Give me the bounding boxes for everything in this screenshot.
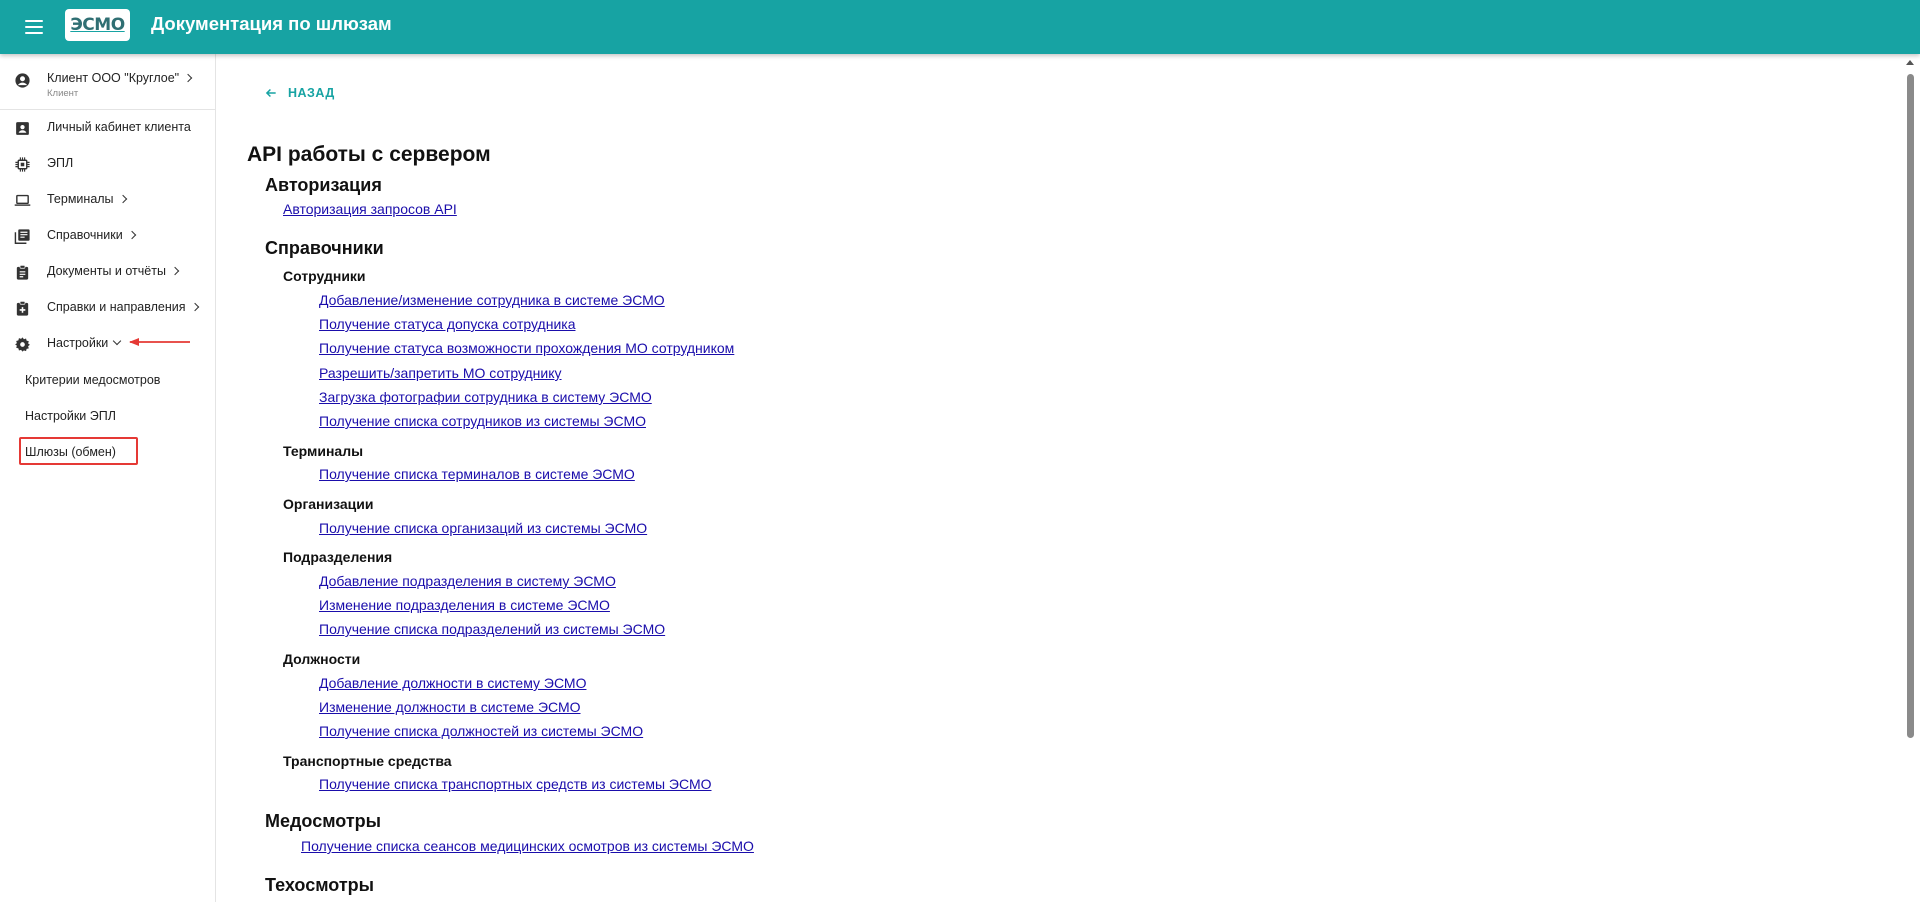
chevron-right-icon — [118, 194, 127, 204]
subsection-heading-positions: Должности — [283, 651, 361, 667]
section-heading-references: Справочники — [265, 238, 384, 258]
laptop-icon — [14, 194, 31, 206]
subsection-heading-terminals: Терминалы — [283, 443, 364, 459]
doc-link[interactable]: Получение списка терминалов в системе ЭС… — [319, 466, 635, 482]
client-selector[interactable]: Клиент ООО "Круглое" Клиент — [0, 54, 215, 110]
library-books-icon — [14, 229, 30, 244]
doc-link[interactable]: Получение списка должностей из системы Э… — [319, 723, 643, 739]
doc-link[interactable]: Получение списка сотрудников из системы … — [319, 413, 646, 429]
chevron-right-icon — [127, 230, 136, 240]
chevron-right-icon — [183, 73, 193, 83]
arrow-left-icon — [265, 88, 276, 98]
sidebar-item-certificates[interactable]: Справки и направления — [0, 290, 215, 326]
gear-icon — [15, 337, 30, 352]
sidebar-item-label: Настройки — [47, 336, 109, 350]
sidebar-subitem-med-criteria[interactable]: Критерии медосмотров — [0, 362, 215, 398]
sidebar-subitem-epl-settings[interactable]: Настройки ЭПЛ — [0, 398, 215, 434]
scroll-thumb[interactable] — [1907, 74, 1914, 738]
account-circle-icon — [15, 73, 30, 88]
arrow-annotation-icon — [129, 338, 190, 346]
sidebar-item-documents[interactable]: Документы и отчёты — [0, 254, 215, 290]
doc-link[interactable]: Получение статуса допуска сотрудника — [319, 316, 575, 332]
sidebar-item-terminals[interactable]: Терминалы — [0, 182, 215, 218]
highlight-annotation — [19, 437, 138, 465]
subsection-heading-divisions: Подразделения — [283, 549, 393, 565]
sidebar-item-label: Терминалы — [47, 192, 114, 206]
section-heading-auth: Авторизация — [265, 175, 382, 195]
doc-link[interactable]: Добавление/изменение сотрудника в систем… — [319, 292, 665, 308]
logo-text: ЭСМО — [70, 15, 125, 35]
doc-link[interactable]: Получение списка транспортных средств из… — [319, 776, 712, 792]
sidebar-item-label: Личный кабинет клиента — [47, 120, 191, 134]
chevron-down-icon — [113, 336, 122, 346]
doc-link[interactable]: Изменение подразделения в системе ЭСМО — [319, 597, 610, 613]
doc-link[interactable]: Авторизация запросов API — [283, 201, 457, 217]
clipboard-icon — [16, 265, 29, 280]
subsection-heading-employees: Сотрудники — [283, 268, 366, 284]
doc-link[interactable]: Получение списка организаций из системы … — [319, 520, 647, 536]
doc-link[interactable]: Загрузка фотографии сотрудника в систему… — [319, 389, 652, 405]
doc-link[interactable]: Изменение должности в системе ЭСМО — [319, 699, 581, 715]
doc-link[interactable]: Добавление должности в систему ЭСМО — [319, 675, 586, 691]
doc-link[interactable]: Получение статуса возможности прохождени… — [319, 340, 734, 356]
client-role: Клиент — [47, 88, 79, 99]
chevron-right-icon — [190, 302, 199, 312]
logo[interactable]: ЭСМО — [65, 9, 130, 41]
sidebar-item-label: Справочники — [47, 228, 123, 242]
doc-link[interactable]: Получение списка сеансов медицинских осм… — [301, 838, 754, 854]
chip-icon — [15, 157, 30, 172]
doc-link[interactable]: Добавление подразделения в систему ЭСМО — [319, 573, 616, 589]
vertical-scrollbar[interactable] — [1900, 54, 1920, 902]
sidebar-item-label: ЭПЛ — [47, 156, 74, 170]
client-name: Клиент ООО "Круглое" — [47, 71, 180, 85]
sidebar-subitem-label: Настройки ЭПЛ — [25, 409, 116, 423]
sidebar-item-client-cabinet[interactable]: Личный кабинет клиента — [0, 110, 215, 146]
section-heading-techchecks: Техосмотры — [265, 875, 375, 895]
app-title: Документация по шлюзам — [151, 13, 392, 34]
section-heading-medchecks: Медосмотры — [265, 811, 382, 831]
medical-clipboard-icon — [16, 301, 29, 316]
sidebar-item-references[interactable]: Справочники — [0, 218, 215, 254]
sidebar: Клиент ООО "Круглое" Клиент Личный кабин… — [0, 54, 216, 902]
main-content: НАЗАД API работы с сервером Авторизация … — [217, 54, 1900, 902]
subsection-heading-organizations: Организации — [283, 496, 374, 512]
sidebar-item-epl[interactable]: ЭПЛ — [0, 146, 215, 182]
sidebar-item-label: Документы и отчёты — [47, 264, 166, 278]
menu-icon[interactable] — [22, 15, 46, 39]
page-title: API работы с сервером — [247, 143, 491, 166]
sidebar-item-label: Справки и направления — [47, 300, 186, 314]
back-button-label: НАЗАД — [288, 86, 335, 100]
doc-link[interactable]: Разрешить/запретить МО сотруднику — [319, 365, 562, 381]
back-button[interactable]: НАЗАД — [264, 78, 335, 108]
sidebar-subitem-label: Критерии медосмотров — [25, 373, 161, 387]
scroll-up-icon[interactable] — [1906, 60, 1914, 65]
chevron-right-icon — [170, 266, 180, 276]
subsection-heading-vehicles: Транспортные средства — [283, 753, 452, 769]
app-header: ЭСМО Документация по шлюзам — [0, 0, 1920, 54]
id-card-icon — [16, 122, 29, 135]
doc-link[interactable]: Получение списка подразделений из систем… — [319, 621, 665, 637]
